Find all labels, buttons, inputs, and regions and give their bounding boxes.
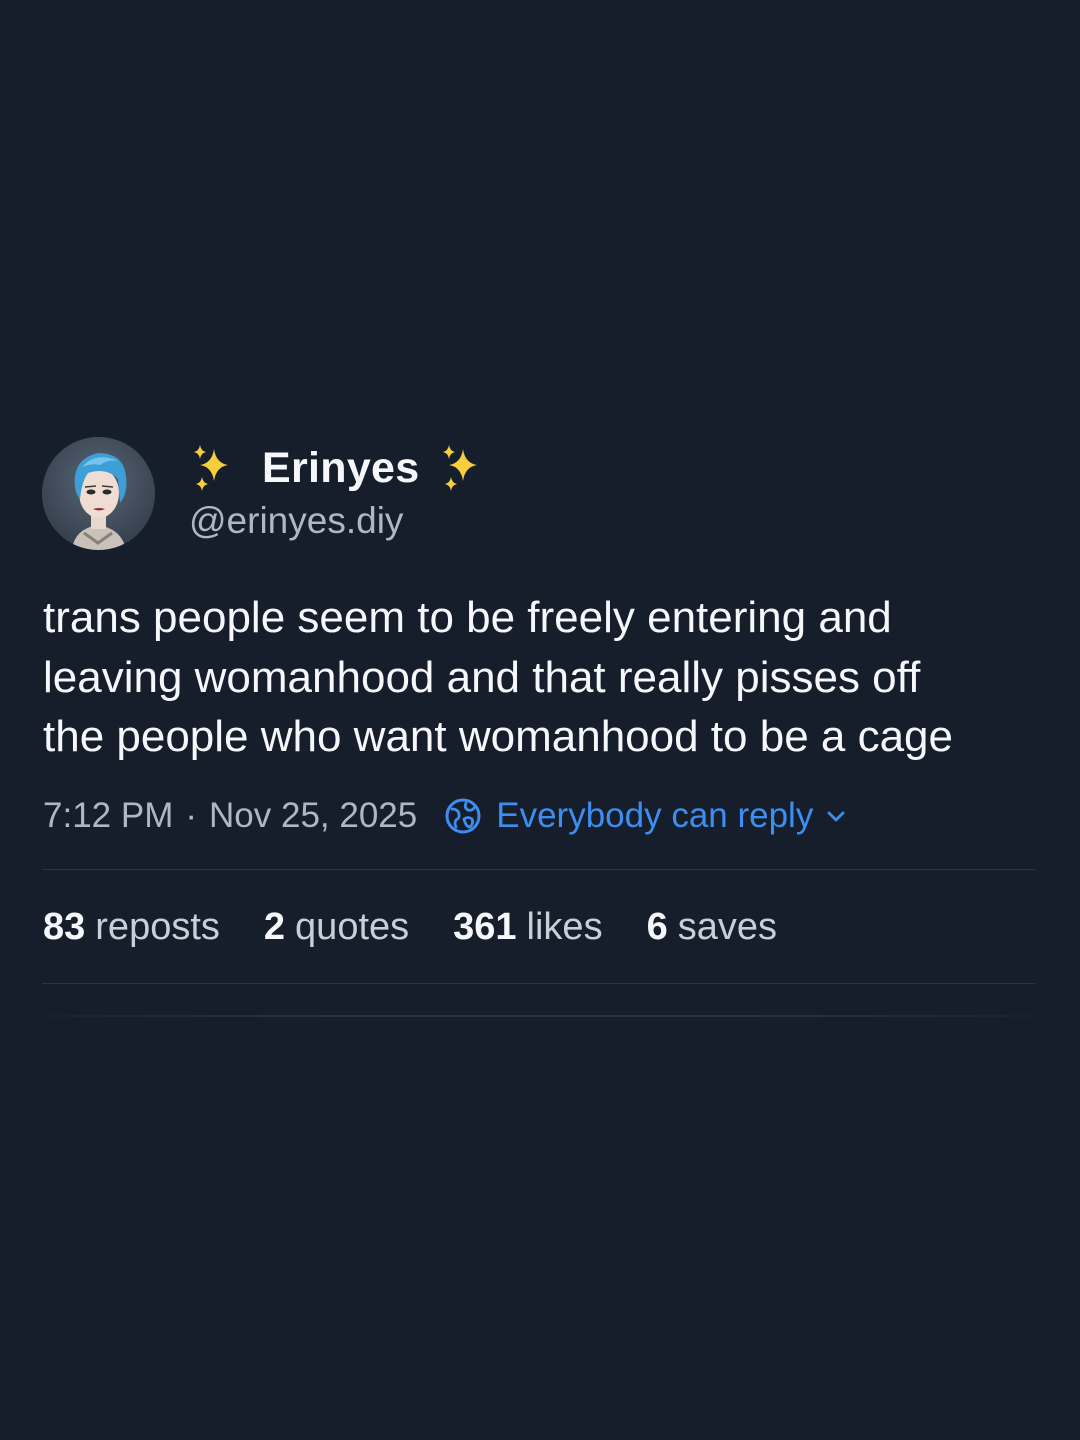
chevron-down-icon — [825, 805, 847, 827]
post-detail: Erinyes @erinyes.diy trans people seem t… — [0, 0, 1080, 1440]
divider — [42, 869, 1035, 870]
avatar[interactable] — [42, 437, 155, 550]
reposts-count: 83 — [43, 905, 86, 948]
post-text-line: trans people seem to be freely entering … — [43, 593, 892, 642]
quotes-label: quotes — [295, 905, 410, 948]
post-text-line: the people who want womanhood to be a ca… — [43, 712, 953, 761]
meta-separator: · — [185, 796, 198, 835]
reply-setting-label: Everybody can reply — [496, 796, 814, 835]
post-time: 7:12 PM — [43, 796, 174, 835]
likes-label: likes — [526, 905, 603, 948]
sparkles-icon — [439, 443, 487, 493]
sparkles-icon — [190, 443, 238, 493]
author-handle[interactable]: @erinyes.diy — [189, 500, 403, 542]
saves-label: saves — [677, 905, 777, 948]
section-divider — [0, 1015, 1080, 1017]
engagement-stats: 83 reposts 2 quotes 361 likes 6 saves — [43, 903, 821, 951]
stat-quotes[interactable]: 2 quotes — [264, 906, 409, 949]
likes-count: 361 — [453, 905, 517, 948]
post-text-line: leaving womanhood and that really pisses… — [43, 652, 921, 702]
author-name-row[interactable]: Erinyes — [190, 440, 487, 496]
quotes-count: 2 — [263, 905, 286, 948]
stat-likes[interactable]: 361 likes — [453, 906, 602, 949]
stat-reposts[interactable]: 83 reposts — [43, 906, 220, 949]
reply-setting-button[interactable]: Everybody can reply — [444, 796, 847, 836]
post-meta: 7:12 PM · Nov 25, 2025 Everybody can rep… — [43, 793, 847, 839]
post-text: trans people seem to be freely entering … — [43, 588, 1043, 767]
stat-saves[interactable]: 6 saves — [647, 906, 777, 949]
author-display-name[interactable]: Erinyes — [262, 444, 419, 493]
divider — [42, 983, 1035, 984]
reposts-label: reposts — [95, 905, 220, 948]
post-date: Nov 25, 2025 — [209, 796, 418, 835]
saves-count: 6 — [646, 905, 668, 948]
globe-icon — [444, 797, 482, 835]
